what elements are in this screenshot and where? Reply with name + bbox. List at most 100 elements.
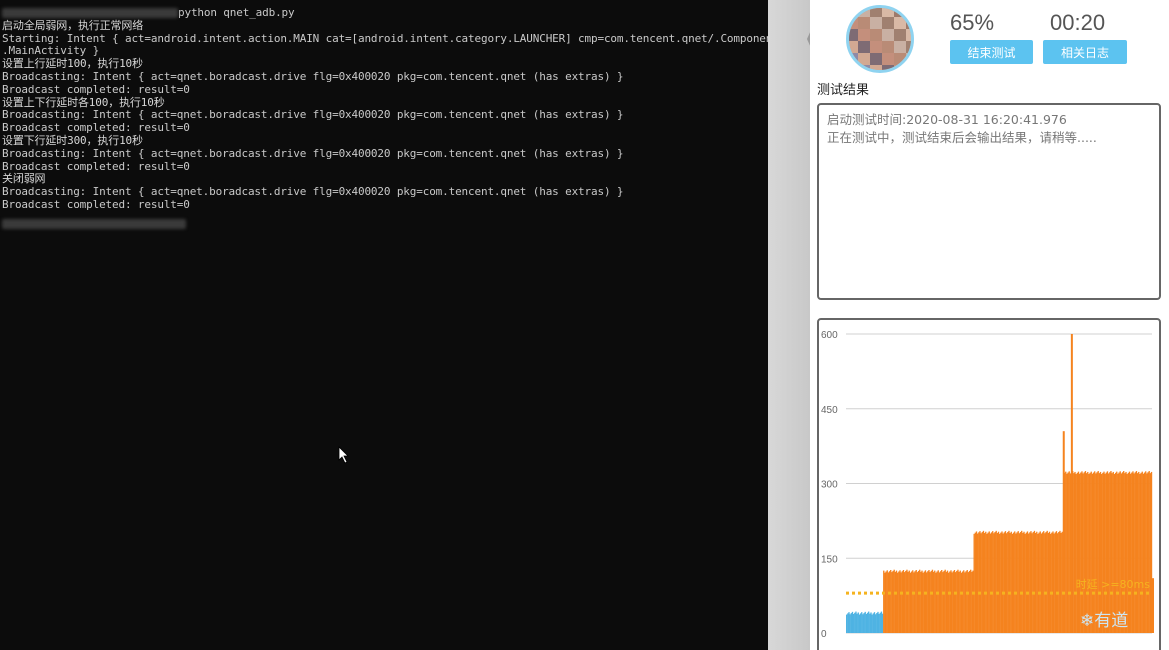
latency-bar: [929, 572, 931, 633]
latency-bar: [945, 571, 948, 633]
avatar-pixel: [870, 41, 882, 53]
latency-bar: [919, 569, 921, 633]
avatar-pixel: [894, 29, 906, 41]
latency-bar: [970, 569, 972, 633]
watermark: ❄有道: [1080, 606, 1128, 631]
latency-chart: 0 150 300 450 600 时延 >=80ms: [817, 318, 1161, 650]
latency-bar: [1048, 531, 1051, 633]
avatar-pixel: [849, 41, 858, 53]
latency-bar: [1054, 532, 1056, 633]
avatar-pixel: [882, 53, 894, 65]
latency-bar: [888, 571, 891, 633]
latency-bar: [928, 570, 930, 633]
result-panel[interactable]: 启动测试时间:2020-08-31 16:20:41.976 正在测试中，测试结…: [817, 103, 1161, 300]
avatar-pixel: [870, 29, 882, 41]
latency-bar: [1004, 531, 1007, 633]
latency-bar: [956, 570, 958, 633]
latency-bar: [1046, 530, 1048, 633]
related-logs-button[interactable]: 相关日志: [1043, 40, 1127, 64]
latency-bar: [1055, 531, 1058, 633]
latency-bar: [960, 572, 963, 633]
latency-bar: [1017, 531, 1019, 633]
latency-spike-bar: [1062, 431, 1065, 633]
latency-bar: [898, 571, 900, 633]
latency-bar: [846, 614, 848, 633]
terminal-line-text: Starting: Intent { act=android.intent.ac…: [2, 31, 768, 45]
latency-bar: [1150, 471, 1153, 633]
end-test-button[interactable]: 结束测试: [950, 40, 1033, 64]
terminal-line: Broadcast completed: result=0: [2, 159, 768, 174]
latency-bar: [944, 569, 946, 633]
latency-bar: [1015, 533, 1017, 633]
latency-bar: [859, 613, 862, 633]
latency-bar: [1140, 472, 1142, 633]
terminal-line-text: Broadcasting: Intent { act=qnet.boradcas…: [2, 69, 624, 83]
terminal-output: python qnet_adb.py 启动全局弱网，执行正常网络 Starting:…: [0, 0, 768, 231]
latency-bar: [917, 570, 920, 633]
latency-bar: [1074, 471, 1076, 633]
latency-bar: [850, 613, 852, 633]
latency-bar: [1012, 532, 1015, 633]
latency-bar: [995, 530, 997, 633]
latency-bar: [994, 532, 996, 633]
latency-bar: [1147, 472, 1149, 633]
avatar[interactable]: [846, 5, 914, 73]
latency-bar: [948, 572, 950, 633]
terminal-window[interactable]: python qnet_adb.py 启动全局弱网，执行正常网络 Starting:…: [0, 0, 768, 650]
latency-bar: [1010, 531, 1012, 633]
latency-bar: [1040, 533, 1043, 633]
latency-bar: [961, 571, 964, 633]
latency-bar: [983, 532, 986, 633]
latency-bar: [1059, 530, 1061, 633]
latency-bar: [909, 572, 912, 633]
latency-bar: [1056, 533, 1059, 633]
latency-bar: [847, 613, 849, 633]
latency-bar: [883, 570, 885, 633]
avatar-pixel: [858, 65, 870, 70]
latency-bar: [1069, 473, 1072, 633]
latency-bar: [1145, 471, 1147, 633]
latency-bar: [865, 613, 868, 633]
latency-bar: [894, 571, 897, 633]
latency-bar: [916, 572, 919, 633]
latency-bar: [902, 570, 905, 633]
y-tick-label: 450: [821, 405, 838, 416]
latency-bar: [1076, 472, 1079, 633]
avatar-pixel: [858, 17, 870, 29]
latency-bar: [1067, 472, 1069, 633]
latency-bar: [855, 611, 857, 633]
terminal-line-text: Broadcast completed: result=0: [2, 159, 190, 173]
latency-bar: [863, 613, 865, 633]
latency-bar: [938, 572, 941, 633]
latency-bar: [886, 570, 888, 633]
latency-bar: [1146, 473, 1148, 633]
terminal-line-text: 设置下行延时300，执行10秒: [2, 133, 143, 147]
screen-divider: [768, 0, 810, 650]
avatar-pixel: [849, 8, 858, 17]
threshold-label: 时延 >=80ms: [1076, 578, 1151, 591]
latency-bar: [1073, 473, 1075, 633]
latency-bar: [915, 570, 917, 633]
latency-bar: [1038, 532, 1040, 633]
section-title: 测试结果: [817, 83, 870, 98]
latency-bar: [963, 570, 965, 633]
latency-bar: [921, 570, 923, 633]
latency-bar: [1030, 531, 1032, 633]
latency-bar: [986, 533, 988, 633]
latency-bar: [1050, 533, 1052, 633]
latency-bar: [975, 531, 978, 633]
latency-bar: [901, 571, 903, 633]
latency-bar: [939, 571, 942, 633]
latency-bar: [1000, 532, 1002, 633]
terminal-line-text: Broadcasting: Intent { act=qnet.boradcas…: [2, 108, 624, 122]
terminal-line-text: 设置上下行延时各100，执行10秒: [2, 95, 165, 109]
latency-bar: [861, 612, 863, 633]
latency-bar: [1061, 531, 1063, 633]
latency-bar: [905, 570, 907, 633]
terminal-line-text: .MainActivity }: [2, 44, 100, 58]
latency-bar: [1138, 471, 1140, 633]
latency-bar: [953, 570, 956, 633]
latency-bar: [866, 612, 869, 633]
latency-bar: [924, 570, 927, 633]
latency-bar: [869, 613, 871, 633]
